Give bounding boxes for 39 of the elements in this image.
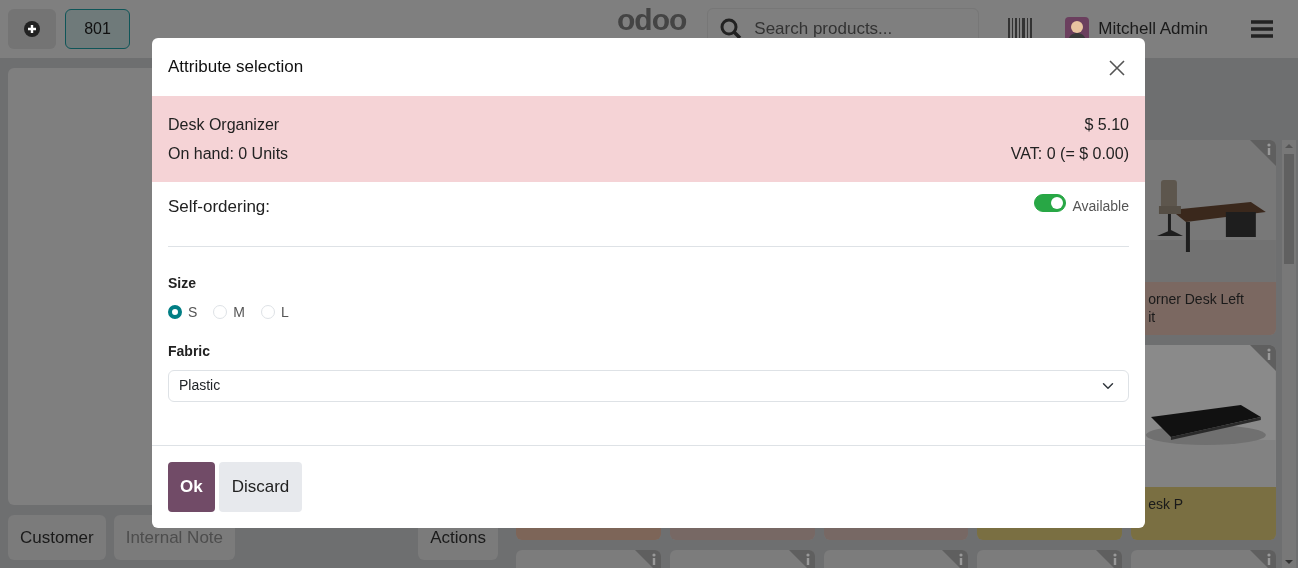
logo: odoo xyxy=(617,5,687,35)
option-label[interactable]: L xyxy=(281,301,289,323)
scrollbar[interactable] xyxy=(1282,140,1296,568)
add-order-button[interactable] xyxy=(8,9,56,49)
action-button[interactable]: Customer xyxy=(8,515,106,560)
option-label[interactable]: M xyxy=(233,301,245,323)
info-icon[interactable] xyxy=(942,550,969,568)
dialog-title: Attribute selection xyxy=(168,56,304,79)
plus-icon xyxy=(24,21,40,37)
product-card[interactable]: esk P xyxy=(1131,345,1276,540)
order-number-button[interactable]: 801 xyxy=(65,9,130,49)
product-name: esk P xyxy=(1148,495,1185,514)
product-price: $ 5.10 xyxy=(1084,115,1129,135)
user-name[interactable]: Mitchell Admin xyxy=(1098,16,1208,42)
availability-toggle[interactable] xyxy=(1034,194,1067,212)
info-icon[interactable] xyxy=(634,550,661,568)
ok-button[interactable]: Ok xyxy=(168,462,215,512)
vat-text: VAT: 0 (= $ 0.00) xyxy=(1010,144,1129,164)
avatar-icon[interactable] xyxy=(1065,17,1090,41)
option-label[interactable]: S xyxy=(188,301,198,323)
info-icon[interactable] xyxy=(1250,345,1276,371)
fabric-dropdown[interactable]: Plastic xyxy=(168,369,1129,402)
product-name: Desk Organizer xyxy=(168,115,281,135)
search-icon xyxy=(720,17,743,40)
product-name: orner Desk Left xyxy=(1148,290,1245,309)
menu-icon[interactable] xyxy=(1251,20,1273,38)
radio-button[interactable] xyxy=(168,305,182,319)
info-icon[interactable] xyxy=(1096,550,1123,568)
attribute-label: Size xyxy=(168,273,197,293)
on-hand-text: On hand: 0 Units xyxy=(168,144,289,164)
product-name: it xyxy=(1148,308,1157,327)
availability-label: Available xyxy=(1072,196,1129,216)
barcode-icon[interactable] xyxy=(1008,18,1033,40)
close-icon xyxy=(1109,59,1125,76)
attribute-label: Fabric xyxy=(168,341,211,361)
info-icon[interactable] xyxy=(1250,140,1276,166)
info-icon[interactable] xyxy=(788,550,815,568)
self-ordering-label: Self-ordering: xyxy=(168,196,271,218)
discard-button[interactable]: Discard xyxy=(218,462,303,512)
